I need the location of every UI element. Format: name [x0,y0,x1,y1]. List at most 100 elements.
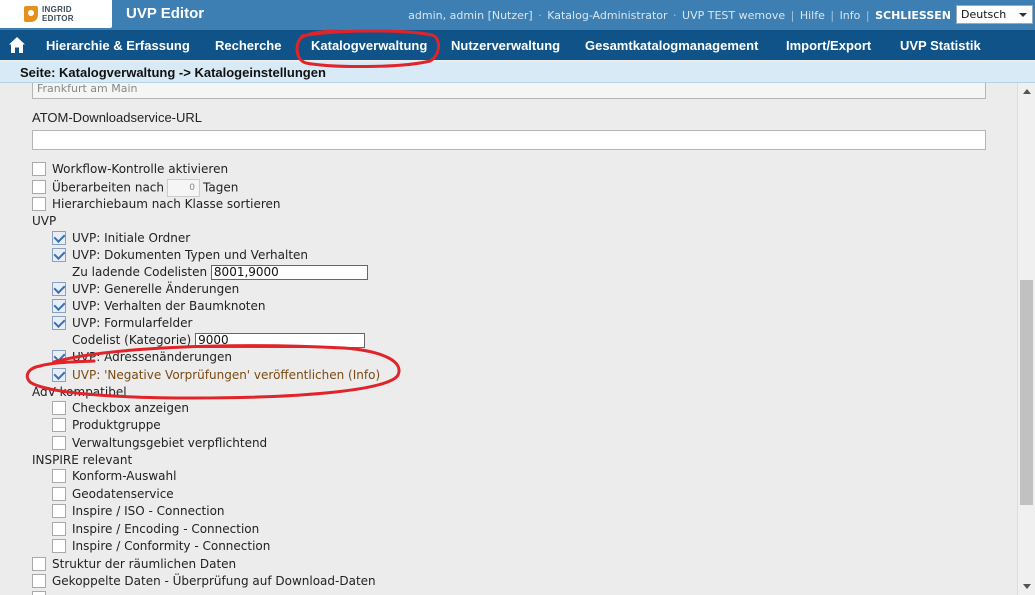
user-name: admin, admin [Nutzer] [408,9,533,22]
inspire-encoding-row: Inspire / Encoding - Connection [52,521,259,538]
uvp-address-row: UVP: Adressenänderungen [52,349,232,366]
catalog-settings-form: Frankfurt am Main ATOM-Downloadservice-U… [0,83,1017,595]
inspire-geodata-checkbox[interactable] [52,486,66,501]
inspire-conformity-row: Inspire / Conformity - Connection [52,538,271,555]
inspire-iso-checkbox[interactable] [52,503,66,518]
scroll-down-arrow-icon[interactable] [1023,584,1031,589]
uvp-general-checkbox[interactable] [52,281,66,296]
rework-label: Überarbeiten nach [52,180,165,195]
uvp-doc-types-label: UVP: Dokumenten Typen und Verhalten [72,248,309,262]
ingrid-logo-icon [24,6,38,22]
close-link[interactable]: SCHLIESSEN [875,9,951,22]
nav-total-catalog[interactable]: Gesamtkatalogmanagement [585,38,758,53]
uvp-initial-folders-row: UVP: Initiale Ordner [52,230,191,247]
inspire-iso-row: Inspire / ISO - Connection [52,503,225,520]
logo-text: INGRID EDITOR [42,5,74,23]
workflow-label: Workflow-Kontrolle aktivieren [52,162,229,176]
rework-days-input[interactable]: 0 [167,179,201,197]
coupled-data-checkbox[interactable] [32,573,46,588]
uvp-initial-folders-label: UVP: Initiale Ordner [72,231,191,245]
adv-checkbox-label: Checkbox anzeigen [72,401,189,415]
rework-unit: Tagen [203,180,239,195]
atom-url-label: ATOM-Downloadservice-URL [32,110,203,125]
inspire-conform-label: Konform-Auswahl [72,469,177,483]
ingrid-logo[interactable]: INGRID EDITOR [0,0,112,28]
home-icon[interactable] [8,36,26,54]
uvp-section-heading: UVP [32,214,57,228]
sort-tree-checkbox[interactable] [32,196,46,211]
uvp-negative-label: UVP: 'Negative Vorprüfungen' veröffentli… [72,368,381,382]
adv-admin-area-label: Verwaltungsgebiet verpflichtend [72,436,268,450]
next-row [32,590,52,595]
codelist-category-row: Codelist (Kategorie) 9000 [72,333,366,349]
uvp-initial-folders-checkbox[interactable] [52,230,66,245]
uvp-doc-types-checkbox[interactable] [52,247,66,262]
adv-admin-area-checkbox[interactable] [52,435,66,450]
language-select[interactable]: Deutsch [956,5,1033,24]
scroll-thumb[interactable] [1020,280,1033,505]
inspire-geodata-row: Geodatenservice [52,486,174,503]
uvp-form-fields-row: UVP: Formularfelder [52,315,193,332]
codelists-label: Zu ladende Codelisten [72,265,208,279]
scroll-up-arrow-icon[interactable] [1023,89,1031,94]
uvp-tree-behavior-label: UVP: Verhalten der Baumknoten [72,299,266,313]
uvp-form-fields-checkbox[interactable] [52,315,66,330]
uvp-tree-behavior-checkbox[interactable] [52,298,66,313]
uvp-general-label: UVP: Generelle Änderungen [72,282,240,296]
user-role: Katalog-Administrator [547,9,668,22]
previous-text-field[interactable]: Frankfurt am Main [32,83,986,99]
info-link[interactable]: Info [840,9,861,22]
adv-product-group-label: Produktgruppe [72,418,161,432]
uvp-negative-checkbox[interactable] [52,367,66,382]
inspire-section-heading: INSPIRE relevant [32,453,133,467]
codelist-category-label: Codelist (Kategorie) [72,333,192,347]
user-info: admin, admin [Nutzer] · Katalog-Administ… [408,9,951,22]
workflow-checkbox[interactable] [32,161,46,176]
sort-tree-row: Hierarchiebaum nach Klasse sortieren [32,196,281,213]
top-bar: INGRID EDITOR UVP Editor admin, admin [N… [0,0,1035,30]
coupled-data-label: Gekoppelte Daten - Überprüfung auf Downl… [52,574,376,588]
uvp-form-fields-label: UVP: Formularfelder [72,316,193,330]
rework-checkbox[interactable] [32,180,46,194]
adv-checkbox-row: Checkbox anzeigen [52,400,189,417]
atom-url-input[interactable] [32,130,986,150]
uvp-address-label: UVP: Adressenänderungen [72,350,232,364]
nav-user-admin[interactable]: Nutzerverwaltung [451,38,560,53]
spatial-structure-checkbox[interactable] [32,556,46,571]
uvp-general-row: UVP: Generelle Änderungen [52,281,240,298]
help-link[interactable]: Hilfe [800,9,825,22]
adv-checkbox-checkbox[interactable] [52,400,66,415]
adv-product-group-row: Produktgruppe [52,417,161,434]
nav-uvp-statistics[interactable]: UVP Statistik [900,38,981,53]
app-title: UVP Editor [126,5,205,22]
adv-product-group-checkbox[interactable] [52,417,66,432]
nav-import-export[interactable]: Import/Export [786,38,871,53]
coupled-data-row: Gekoppelte Daten - Überprüfung auf Downl… [32,573,376,590]
codelists-input[interactable]: 8001,9000 [210,265,368,280]
inspire-conformity-label: Inspire / Conformity - Connection [72,539,271,553]
nav-hierarchy[interactable]: Hierarchie & Erfassung [46,38,190,53]
breadcrumb: Seite: Katalogverwaltung -> Katalogeinst… [20,65,326,80]
codelist-category-input[interactable]: 9000 [195,333,366,348]
nav-search[interactable]: Recherche [215,38,281,53]
uvp-doc-types-row: UVP: Dokumenten Typen und Verhalten [52,247,309,264]
uvp-address-checkbox[interactable] [52,349,66,364]
previous-field-value: Frankfurt am Main [37,83,138,95]
logo-line2: EDITOR [42,14,74,23]
uvp-tree-behavior-row: UVP: Verhalten der Baumknoten [52,298,266,315]
inspire-geodata-label: Geodatenservice [72,487,174,501]
inspire-conform-row: Konform-Auswahl [52,468,177,485]
next-checkbox[interactable] [32,590,46,595]
inspire-encoding-checkbox[interactable] [52,521,66,536]
inspire-iso-label: Inspire / ISO - Connection [72,504,225,518]
vertical-scrollbar[interactable] [1017,83,1035,595]
logo-line1: INGRID [42,5,72,14]
breadcrumb-bar: Seite: Katalogverwaltung -> Katalogeinst… [0,62,1035,83]
inspire-conformity-checkbox[interactable] [52,538,66,553]
adv-section-heading: AdV kompatibel [32,385,127,399]
inspire-conform-checkbox[interactable] [52,468,66,483]
adv-admin-area-row: Verwaltungsgebiet verpflichtend [52,435,268,452]
catalog-name: UVP TEST wemove [682,9,786,22]
codelists-row: Zu ladende Codelisten 8001,9000 [72,265,368,281]
nav-catalog-admin[interactable]: Katalogverwaltung [311,38,427,53]
